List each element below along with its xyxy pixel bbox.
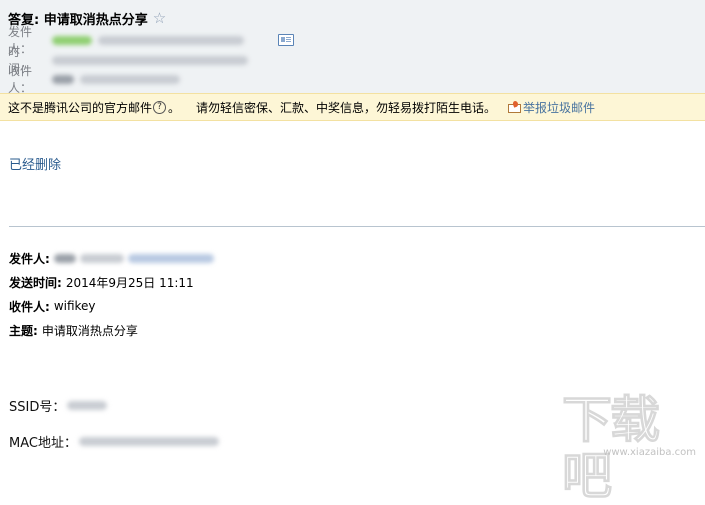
quote-from-row: 发件人: [9, 250, 214, 266]
recipient-email-redacted[interactable] [80, 74, 180, 84]
mac-row: MAC地址： [9, 433, 219, 451]
sender-name-redacted [52, 35, 92, 45]
warning-text: 这不是腾讯公司的官方邮件 [8, 100, 153, 115]
mail-header: 答复: 申请取消热点分享 ☆ 发件人： 时 间： 收件人： [0, 0, 705, 95]
warning-tip: 请勿轻信密保、汇款、中奖信息，勿轻易拨打陌生电话。 [196, 100, 497, 115]
to-label: 收件人： [8, 64, 33, 95]
quote-to-row: 收件人: wifikey [9, 298, 96, 314]
quote-sender-mailto-redacted [79, 253, 124, 263]
watermark-url: www.xiazaiba.com [603, 447, 696, 458]
quote-from-label: 发件人: [9, 251, 50, 266]
quote-subject-value: 申请取消热点分享 [41, 323, 138, 338]
time-redacted [52, 55, 248, 65]
quote-sender-name-redacted [53, 253, 76, 263]
quote-to-label: 收件人: [9, 299, 50, 314]
mac-label: MAC地址： [9, 435, 77, 451]
help-icon[interactable]: ? [153, 100, 167, 114]
mac-value-redacted [78, 436, 219, 446]
sender-email-redacted[interactable] [98, 35, 244, 45]
recipient-name-redacted [52, 74, 74, 84]
report-spam-icon[interactable] [508, 100, 522, 113]
quote-sent-value: 2014年9月25日 11:11 [65, 275, 194, 290]
ssid-row: SSID号： [9, 397, 108, 415]
reply-text: 已经删除 [9, 158, 62, 173]
quote-divider [9, 226, 705, 227]
quote-subject-label: 主题: [9, 323, 38, 338]
to-row: 收件人： [8, 64, 180, 95]
quote-subject-row: 主题: 申请取消热点分享 [9, 322, 138, 338]
ssid-label: SSID号： [9, 399, 66, 415]
quote-sent-row: 发送时间: 2014年9月25日 11:11 [9, 274, 194, 290]
quote-sender-email-redacted[interactable] [127, 253, 214, 263]
site-watermark: 下载吧 www.xiazaiba.com [562, 392, 702, 505]
security-warning-bar: 这不是腾讯公司的官方邮件 ? 。 请勿轻信密保、汇款、中奖信息，勿轻易拨打陌生电… [0, 93, 705, 121]
star-icon[interactable]: ☆ [153, 11, 166, 26]
ssid-value-redacted [67, 400, 108, 410]
quote-to-value: wifikey [53, 299, 96, 313]
contact-card-icon[interactable] [278, 34, 294, 46]
report-spam-link[interactable]: 举报垃圾邮件 [523, 99, 595, 116]
quote-sent-label: 发送时间: [9, 275, 62, 290]
